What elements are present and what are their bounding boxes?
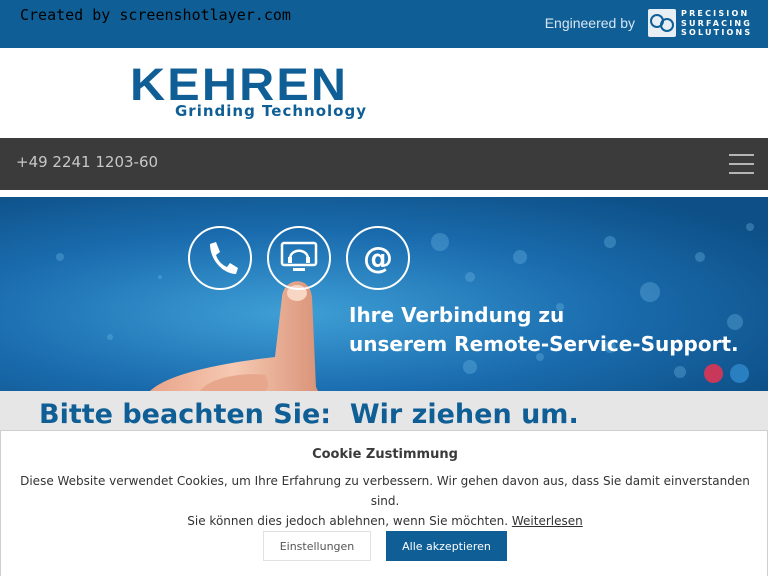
hamburger-line: [729, 163, 754, 165]
hero-headline: Ihre Verbindung zu unserem Remote-Servic…: [349, 301, 739, 359]
kehren-logo-tagline: Grinding Technology: [175, 102, 367, 120]
cookie-text-line2-body: Sie können dies jedoch ablehnen, wenn Si…: [187, 514, 509, 528]
pss-logo-text: PRECISION SURFACING SOLUTIONS: [681, 9, 752, 38]
spacer: [0, 190, 768, 197]
hero-line-1: Ihre Verbindung zu: [349, 303, 565, 327]
cookie-consent-banner: Cookie Zustimmung Diese Website verwende…: [0, 430, 768, 576]
pss-logo-line3: SOLUTIONS: [681, 28, 753, 37]
pss-logo-line2: SURFACING: [681, 18, 753, 28]
logo-band: KEHREN Grinding Technology: [0, 48, 768, 138]
hero-slider[interactable]: @ Ihre Verbindung zu unserem Remote-Serv…: [0, 197, 768, 391]
read-more-link[interactable]: Weiterlesen: [512, 514, 583, 528]
phone-glyph: [210, 242, 238, 274]
headset-monitor-glyph: [280, 241, 318, 271]
headset-monitor-icon: [267, 226, 331, 290]
slider-dot-active[interactable]: [704, 364, 723, 383]
at-sign-glyph: @: [363, 241, 393, 276]
slider-dot[interactable]: [730, 364, 749, 383]
cookie-settings-button[interactable]: Einstellungen: [263, 531, 371, 561]
phone-icon: [188, 226, 252, 290]
cookie-text-line1: Diese Website verwendet Cookies, um Ihre…: [20, 474, 750, 508]
watermark-text: Created by screenshotlayer.com: [20, 6, 291, 24]
phone-nav-bar: +49 2241 1203-60: [0, 138, 768, 190]
hamburger-line: [729, 154, 754, 156]
notice-title: Bitte beachten Sie: Wir ziehen um.: [39, 399, 579, 430]
pss-logo-line1: PRECISION: [681, 9, 750, 18]
hamburger-line: [729, 172, 754, 174]
svg-text:@: @: [363, 241, 393, 276]
cookie-text-line2: Sie können dies jedoch ablehnen, wenn Si…: [11, 511, 759, 531]
accept-all-cookies-button[interactable]: Alle akzeptieren: [386, 531, 507, 561]
top-bar: Created by screenshotlayer.com Engineere…: [0, 0, 768, 48]
hero-line-2: unserem Remote-Service-Support.: [349, 332, 739, 356]
phone-number-link[interactable]: +49 2241 1203-60: [16, 153, 158, 171]
pss-logo-mark-icon: [648, 9, 676, 37]
hamburger-menu-icon[interactable]: [729, 154, 754, 174]
at-sign-icon: @: [346, 226, 410, 290]
engineered-by-label: Engineered by: [544, 15, 635, 31]
precision-surfacing-solutions-logo[interactable]: PRECISION SURFACING SOLUTIONS: [648, 9, 760, 39]
cookie-text: Diese Website verwendet Cookies, um Ihre…: [11, 471, 759, 531]
cookie-title: Cookie Zustimmung: [312, 447, 458, 462]
